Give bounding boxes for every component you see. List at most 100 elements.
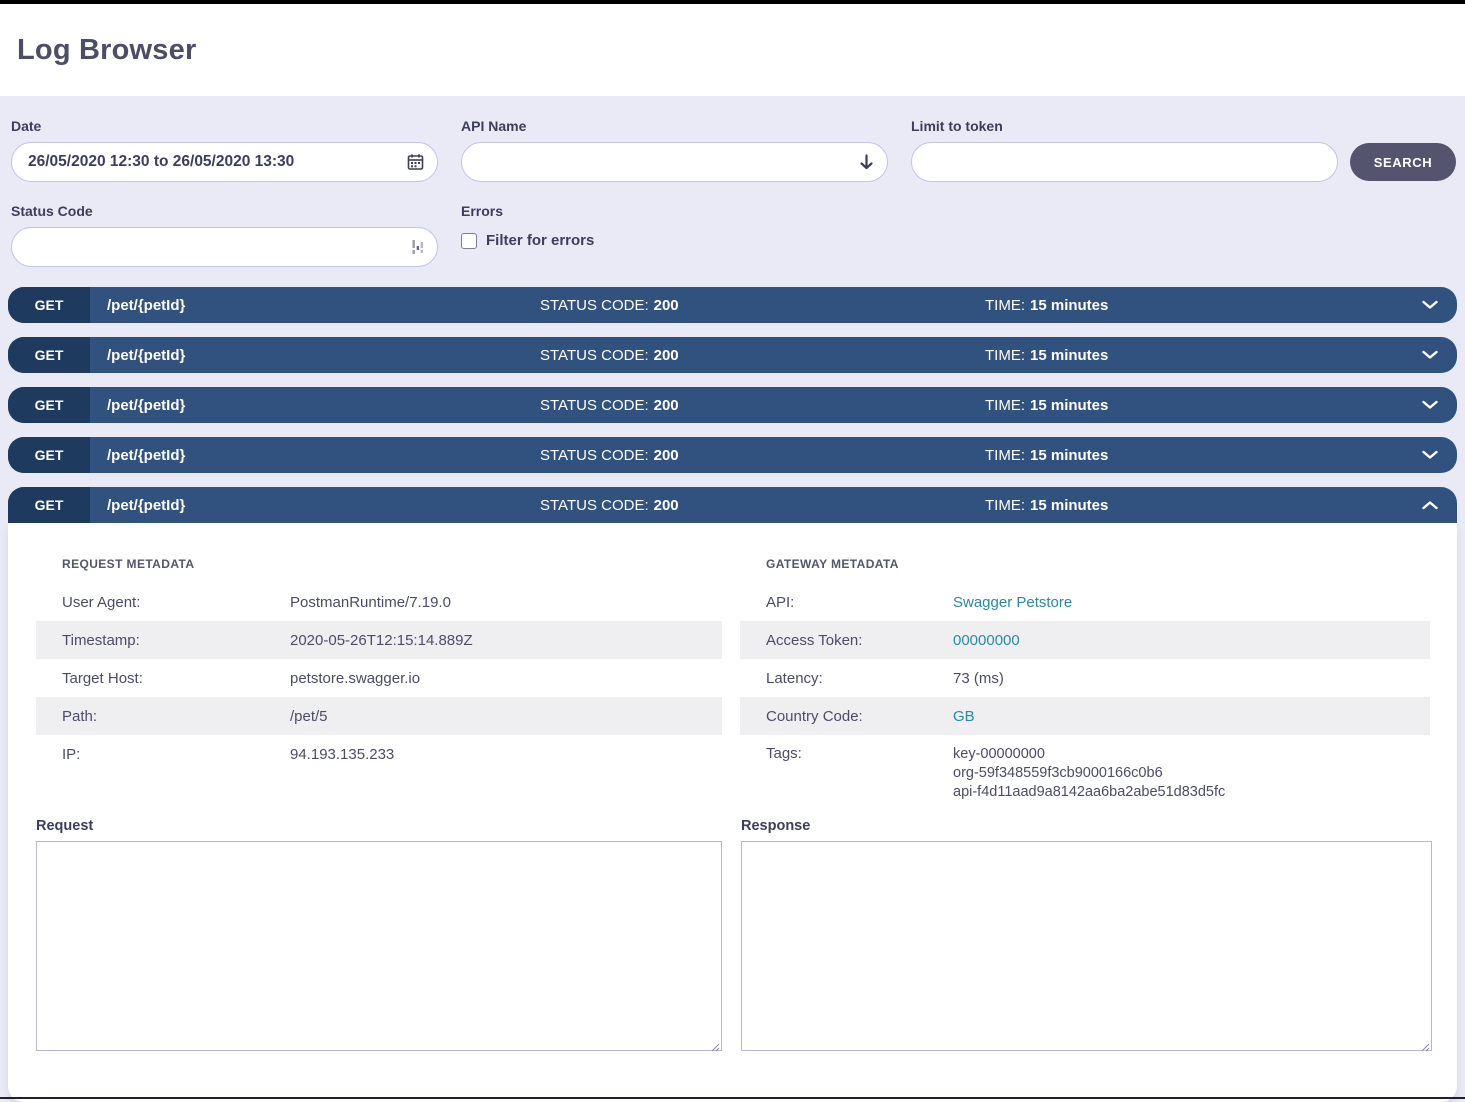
time-value: 15 minutes: [1030, 397, 1108, 414]
limit-token-input[interactable]: [911, 142, 1338, 182]
meta-label: API:: [766, 594, 953, 611]
log-list: GET /pet/{petId} STATUS CODE: 200 TIME: 15…: [0, 287, 1465, 1102]
method-label: GET: [35, 397, 64, 413]
request-label: Request: [36, 818, 722, 834]
time-prefix: TIME:: [985, 447, 1025, 464]
chevron-down-icon[interactable]: [1422, 301, 1438, 310]
date-range-input[interactable]: [11, 142, 438, 182]
meta-row-latency: Latency: 73 (ms): [740, 659, 1430, 697]
method-label: GET: [35, 497, 64, 513]
meta-value: 73 (ms): [953, 670, 1004, 687]
log-row[interactable]: GET /pet/{petId} STATUS CODE: 200 TIME: 15…: [8, 337, 1457, 373]
status-code-summary: STATUS CODE: 200: [540, 497, 679, 514]
status-code-summary: STATUS CODE: 200: [540, 297, 679, 314]
endpoint-path: /pet/{petId}: [107, 447, 185, 464]
meta-value: 2020-05-26T12:15:14.889Z: [290, 632, 473, 649]
calendar-icon[interactable]: [407, 154, 424, 171]
chevron-up-icon[interactable]: [1422, 501, 1438, 510]
tag-line: org-59f348559f3cb9000166c0b6: [953, 764, 1225, 783]
histogram-icon: [412, 239, 424, 255]
method-label: GET: [35, 447, 64, 463]
access-token-link[interactable]: 00000000: [953, 632, 1020, 649]
errors-label: Errors: [461, 203, 594, 219]
limit-token-label: Limit to token: [911, 118, 1338, 134]
meta-value: /pet/5: [290, 708, 328, 725]
log-row[interactable]: GET /pet/{petId} STATUS CODE:200 TIME:15…: [8, 387, 1457, 423]
gateway-metadata-heading: GATEWAY METADATA: [740, 557, 1430, 571]
meta-label: Target Host:: [62, 670, 290, 687]
method-badge: GET: [8, 337, 90, 373]
time-prefix: TIME:: [985, 397, 1025, 414]
chevron-down-icon[interactable]: [1422, 351, 1438, 360]
filter-errors-checkbox-label: Filter for errors: [486, 232, 594, 249]
time-summary: TIME: 15 minutes: [985, 447, 1108, 464]
response-body-section: Response: [741, 818, 1432, 1056]
endpoint-path: /pet/{petId}: [107, 347, 185, 364]
endpoint-path: /pet/{petId}: [107, 497, 185, 514]
status-code-value: 200: [654, 297, 679, 314]
status-code-prefix: STATUS CODE:: [540, 397, 649, 414]
meta-value: 94.193.135.233: [290, 746, 394, 763]
status-code-field-group: Status Code: [11, 203, 438, 267]
chevron-down-icon[interactable]: [1422, 451, 1438, 460]
log-row[interactable]: GET /pet/{petId} STATUS CODE:200 TIME: 15…: [8, 437, 1457, 473]
status-code-summary: STATUS CODE:200: [540, 397, 679, 414]
date-field-group: Date: [11, 118, 438, 182]
meta-row-api: API: Swagger Petstore: [740, 583, 1430, 621]
filter-panel: Date: [0, 96, 1465, 267]
response-label: Response: [741, 818, 1432, 834]
log-row[interactable]: GET /pet/{petId} STATUS CODE:200 TIME:15…: [8, 287, 1457, 323]
time-prefix: TIME:: [985, 297, 1025, 314]
status-code-prefix: STATUS CODE:: [540, 297, 649, 314]
time-summary: TIME:15 minutes: [985, 497, 1108, 514]
meta-label: Country Code:: [766, 708, 953, 725]
chevron-down-icon[interactable]: [1422, 401, 1438, 410]
method-label: GET: [35, 347, 64, 363]
country-code-link[interactable]: GB: [953, 708, 975, 725]
meta-row-tags: Tags: key-00000000 org-59f348559f3cb9000…: [740, 735, 1430, 810]
meta-row-user-agent: User Agent: PostmanRuntime/7.19.0: [36, 583, 722, 621]
log-row-expanded[interactable]: GET /pet/{petId} STATUS CODE: 200 TIME:15…: [8, 487, 1457, 523]
method-badge: GET: [8, 387, 90, 423]
method-badge: GET: [8, 287, 90, 323]
log-detail-panel: REQUEST METADATA User Agent: PostmanRunt…: [8, 523, 1457, 1102]
status-code-prefix: STATUS CODE:: [540, 347, 649, 364]
status-code-value: 200: [654, 497, 679, 514]
status-code-input[interactable]: [11, 227, 438, 267]
method-badge: GET: [8, 437, 90, 473]
time-summary: TIME: 15 minutes: [985, 397, 1108, 414]
time-value: 15 minutes: [1030, 497, 1108, 514]
page-title: Log Browser: [17, 34, 196, 67]
time-value: 15 minutes: [1030, 447, 1108, 464]
time-summary: TIME:15 minutes: [985, 297, 1108, 314]
meta-label: Path:: [62, 708, 290, 725]
request-body-textarea[interactable]: [36, 841, 722, 1051]
meta-label: User Agent:: [62, 594, 290, 611]
meta-row-target-host: Target Host: petstore.swagger.io: [36, 659, 722, 697]
meta-label: Timestamp:: [62, 632, 290, 649]
filter-errors-checkbox[interactable]: [461, 233, 477, 249]
meta-value: PostmanRuntime/7.19.0: [290, 594, 451, 611]
response-body-textarea[interactable]: [741, 841, 1432, 1051]
meta-row-timestamp: Timestamp: 2020-05-26T12:15:14.889Z: [36, 621, 722, 659]
request-metadata-section: REQUEST METADATA User Agent: PostmanRunt…: [36, 557, 722, 810]
time-prefix: TIME:: [985, 347, 1025, 364]
api-link[interactable]: Swagger Petstore: [953, 594, 1072, 611]
meta-row-ip: IP: 94.193.135.233: [36, 735, 722, 773]
status-code-value: 200: [654, 347, 679, 364]
time-value: 15 minutes: [1030, 347, 1108, 364]
status-code-value: 200: [654, 447, 679, 464]
api-name-label: API Name: [461, 118, 888, 134]
time-summary: TIME: 15 minutes: [985, 347, 1108, 364]
arrow-down-icon[interactable]: [859, 154, 874, 170]
request-body-section: Request: [36, 818, 722, 1056]
status-code-summary: STATUS CODE:200: [540, 447, 679, 464]
status-code-summary: STATUS CODE: 200: [540, 347, 679, 364]
meta-row-path: Path: /pet/5: [36, 697, 722, 735]
api-name-select[interactable]: [461, 142, 888, 182]
status-code-prefix: STATUS CODE:: [540, 497, 649, 514]
search-button[interactable]: SEARCH: [1350, 143, 1456, 181]
api-name-field-group: API Name: [461, 118, 888, 182]
method-label: GET: [35, 297, 64, 313]
meta-label: IP:: [62, 746, 290, 763]
